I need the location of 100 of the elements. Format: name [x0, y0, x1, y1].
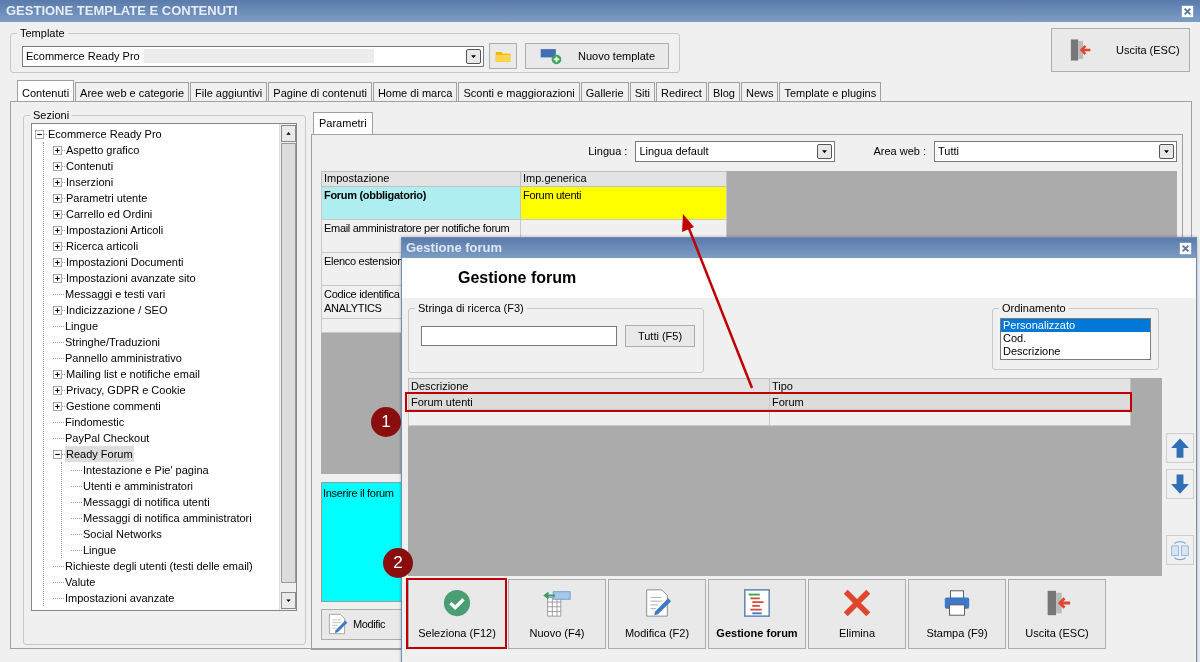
- toolbar-button[interactable]: Modifica (F2): [608, 579, 706, 649]
- toolbar-button[interactable]: Gestione forum: [708, 579, 806, 649]
- tree-item[interactable]: Messaggi di notifica amministratori: [82, 510, 253, 526]
- dropdown-field[interactable]: Tutti: [934, 140, 1177, 162]
- expand-icon[interactable]: [53, 401, 62, 411]
- dropdown-field[interactable]: Lingua default: [635, 140, 836, 162]
- exit-button[interactable]: Uscita (ESC): [1051, 28, 1190, 72]
- tab[interactable]: Aree web e categorie: [75, 82, 190, 101]
- field-label: Area web :: [873, 143, 926, 159]
- tree-item[interactable]: Indicizzazione / SEO: [65, 302, 169, 318]
- tab[interactable]: File aggiuntivi: [190, 82, 268, 101]
- swap-icon: [1169, 539, 1191, 561]
- expand-icon[interactable]: [53, 193, 62, 203]
- tree-item[interactable]: PayPal Checkout: [64, 430, 151, 446]
- tree-item[interactable]: Messaggi e testi vari: [64, 286, 167, 302]
- tab[interactable]: Pagine di contenuti: [268, 82, 372, 101]
- tab[interactable]: Contenuti: [17, 80, 75, 101]
- tree-item[interactable]: Aspetto grafico: [65, 142, 141, 158]
- group-label: Template: [17, 26, 68, 40]
- group-label: Sezioni: [30, 108, 73, 122]
- tree-item[interactable]: Impostazioni Documenti: [65, 254, 185, 270]
- tree-item[interactable]: Richieste degli utenti (testi delle email): [64, 558, 254, 574]
- tab[interactable]: Redirect: [655, 82, 707, 101]
- tab[interactable]: Gallerie: [580, 82, 629, 101]
- expand-icon[interactable]: [53, 257, 62, 267]
- move-down-button[interactable]: [1166, 469, 1194, 499]
- tree-item[interactable]: Impostazioni avanzate: [64, 590, 176, 606]
- tree-item[interactable]: Parametri utente: [65, 190, 149, 206]
- expand-icon[interactable]: [53, 177, 62, 187]
- collapse-icon[interactable]: [53, 449, 62, 459]
- tab[interactable]: Template e plugins: [779, 82, 882, 101]
- show-all-button[interactable]: Tutti (F5): [625, 325, 695, 347]
- tree-item[interactable]: Lingue: [82, 542, 118, 558]
- tab[interactable]: Sconti e maggiorazioni: [458, 82, 580, 101]
- tree-item[interactable]: Valute: [64, 574, 97, 590]
- expand-icon[interactable]: [53, 369, 62, 379]
- toolbar-button[interactable]: Elimina: [808, 579, 906, 649]
- tree-item[interactable]: Stringhe/Traduzioni: [64, 334, 161, 350]
- tab[interactable]: Home di marca: [372, 82, 458, 101]
- tab[interactable]: News: [740, 82, 779, 101]
- tree-item[interactable]: Impostazioni Articoli: [65, 222, 165, 238]
- tree-item[interactable]: Gestione commenti: [65, 398, 162, 414]
- printer-icon: [942, 588, 972, 618]
- close-icon[interactable]: [1181, 4, 1194, 18]
- tree-item[interactable]: Mailing list e notifiche email: [65, 366, 201, 382]
- expand-icon[interactable]: [53, 161, 62, 171]
- template-dropdown[interactable]: Ecommerce Ready Pro: [22, 45, 484, 67]
- window-title: GESTIONE TEMPLATE E CONTENUTI: [6, 2, 238, 21]
- list-option[interactable]: Personalizzato: [1001, 319, 1150, 332]
- scrollbar[interactable]: [279, 124, 296, 610]
- search-field[interactable]: [421, 326, 617, 346]
- close-icon[interactable]: [1179, 241, 1192, 255]
- tree-item[interactable]: Inserzioni: [65, 174, 115, 190]
- group-label: Stringa di ricerca (F3): [415, 301, 527, 315]
- list-option[interactable]: Descrizione: [1001, 345, 1150, 358]
- tree-item[interactable]: Carrello ed Ordini: [65, 206, 154, 222]
- tree-item[interactable]: Ecommerce Ready Pro: [47, 126, 163, 142]
- tree-item[interactable]: Utenti e amministratori: [82, 478, 195, 494]
- expand-icon[interactable]: [53, 225, 62, 235]
- tree-item[interactable]: Contenuti: [65, 158, 115, 174]
- tree-item[interactable]: Pannello amministrativo: [64, 350, 183, 366]
- arrow-up-icon: [1169, 437, 1191, 459]
- toolbar-button[interactable]: Seleziona (F12): [408, 579, 506, 649]
- move-up-button[interactable]: [1166, 433, 1194, 463]
- arrow-down-icon: [1169, 473, 1191, 495]
- expand-icon[interactable]: [53, 241, 62, 251]
- tree-item[interactable]: Ricerca articoli: [65, 238, 140, 254]
- sort-list[interactable]: Personalizzato Cod. Descrizione: [1000, 318, 1151, 360]
- toolbar-button[interactable]: Uscita (ESC): [1008, 579, 1106, 649]
- tree-item[interactable]: Ready Forum: [65, 446, 134, 462]
- toolbar-button[interactable]: Nuovo (F4): [508, 579, 606, 649]
- check-circle-icon: [442, 588, 472, 618]
- dropdown-value: Ecommerce Ready Pro: [26, 48, 140, 64]
- list-option[interactable]: Cod.: [1001, 332, 1150, 345]
- table-cell: Forum utenti: [520, 186, 727, 219]
- tree-item[interactable]: Messaggi di notifica utenti: [82, 494, 211, 510]
- expand-icon[interactable]: [53, 145, 62, 155]
- expand-icon[interactable]: [53, 209, 62, 219]
- expand-icon[interactable]: [53, 385, 62, 395]
- dropdown-value: Tutti: [938, 143, 960, 159]
- tree-item[interactable]: Social Networks: [82, 526, 163, 542]
- expand-icon[interactable]: [53, 273, 62, 283]
- tab[interactable]: Siti: [629, 82, 655, 101]
- tab[interactable]: Blog: [707, 82, 740, 101]
- scroll-thumb[interactable]: [281, 143, 296, 583]
- toolbar-button[interactable]: Stampa (F9): [908, 579, 1006, 649]
- tree-item[interactable]: Privacy, GDPR e Cookie: [65, 382, 187, 398]
- scroll-up-icon[interactable]: [284, 129, 293, 138]
- tree-item[interactable]: Intestazione e Pie' pagina: [82, 462, 210, 478]
- tree-item[interactable]: Findomestic: [64, 414, 126, 430]
- tab[interactable]: Parametri: [313, 112, 373, 134]
- scroll-down-icon[interactable]: [284, 596, 293, 605]
- expand-icon[interactable]: [53, 305, 62, 315]
- tree-item[interactable]: Lingue: [64, 318, 100, 334]
- tree-item[interactable]: Impostazioni avanzate sito: [65, 270, 197, 286]
- collapse-icon[interactable]: [35, 129, 44, 139]
- tree-list-icon: [742, 588, 772, 618]
- new-template-button[interactable]: Nuovo template: [525, 43, 669, 69]
- field-label: Lingua :: [588, 143, 628, 159]
- dropdown-value: Lingua default: [639, 143, 710, 159]
